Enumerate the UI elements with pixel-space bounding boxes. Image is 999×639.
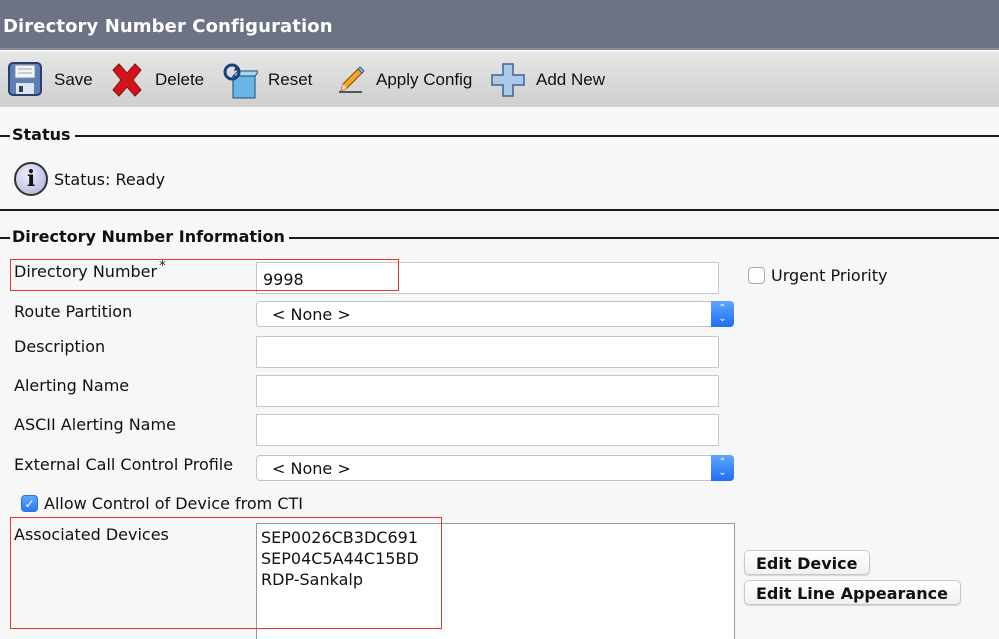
status-text: Status: Ready: [54, 169, 166, 189]
select-chevron-icon: ⌃ ⌄: [711, 301, 734, 327]
section-separator: [0, 209, 999, 211]
alerting-name-input[interactable]: [256, 375, 719, 407]
external-call-control-profile-select[interactable]: < None > ⌃ ⌄: [256, 455, 734, 481]
delete-label: Delete: [155, 70, 205, 89]
plus-icon: [490, 62, 526, 98]
associated-device-item[interactable]: SEP0026CB3DC691: [261, 527, 730, 548]
select-chevron-icon: ⌃ ⌄: [711, 455, 734, 481]
associated-device-item[interactable]: SEP04C5A44C15BD: [261, 548, 730, 569]
status-line: i Status: Ready: [14, 162, 165, 196]
description-input[interactable]: [256, 336, 719, 368]
save-label: Save: [54, 70, 93, 89]
info-icon: i: [14, 162, 48, 196]
description-label: Description: [14, 337, 106, 356]
dn-section-legend: Directory Number Information: [10, 227, 289, 247]
title-bar: Directory Number Configuration: [0, 0, 999, 50]
urgent-priority-label: Urgent Priority: [771, 266, 888, 285]
allow-cti-label: Allow Control of Device from CTI: [44, 494, 304, 513]
ascii-alerting-name-input[interactable]: [256, 414, 719, 446]
route-partition-value: < None >: [272, 305, 351, 324]
save-button[interactable]: Save: [8, 52, 93, 108]
page-title: Directory Number Configuration: [3, 16, 333, 37]
associated-devices-listbox[interactable]: SEP0026CB3DC691 SEP04C5A44C15BD RDP-Sank…: [256, 523, 735, 639]
external-call-control-profile-label: External Call Control Profile: [14, 455, 234, 474]
directory-number-label-text: Directory Number: [14, 262, 158, 281]
red-x-icon: [109, 62, 145, 98]
associated-devices-label: Associated Devices: [14, 525, 169, 544]
reset-cube-icon: [222, 62, 261, 99]
apply-config-button[interactable]: Apply Config: [336, 52, 472, 108]
external-call-control-profile-value: < None >: [272, 459, 351, 478]
floppy-disk-icon: [8, 62, 44, 98]
required-asterisk: *: [159, 259, 166, 274]
apply-config-label: Apply Config: [376, 70, 473, 89]
add-new-label: Add New: [536, 70, 605, 89]
associated-device-item[interactable]: RDP-Sankalp: [261, 569, 730, 590]
ascii-alerting-name-label: ASCII Alerting Name: [14, 415, 176, 434]
route-partition-select[interactable]: < None > ⌃ ⌄: [256, 301, 734, 327]
pencil-icon: [336, 62, 372, 98]
directory-number-label: Directory Number *: [14, 259, 166, 281]
alerting-name-label: Alerting Name: [14, 376, 130, 395]
status-section-divider: [0, 135, 999, 137]
urgent-priority-checkbox[interactable]: [748, 267, 765, 284]
toolbar: Save Delete Reset Apply Config Add New: [0, 51, 999, 107]
edit-device-button[interactable]: Edit Device: [744, 550, 871, 575]
edit-line-appearance-button[interactable]: Edit Line Appearance: [744, 580, 961, 605]
add-new-button[interactable]: Add New: [490, 52, 605, 108]
reset-label: Reset: [268, 70, 313, 89]
route-partition-label: Route Partition: [14, 302, 133, 321]
allow-cti-checkbox[interactable]: ✓: [21, 495, 38, 512]
delete-button[interactable]: Delete: [109, 52, 204, 108]
directory-number-input[interactable]: 9998: [256, 262, 719, 294]
status-section-legend: Status: [10, 125, 75, 145]
reset-button[interactable]: Reset: [222, 52, 312, 108]
